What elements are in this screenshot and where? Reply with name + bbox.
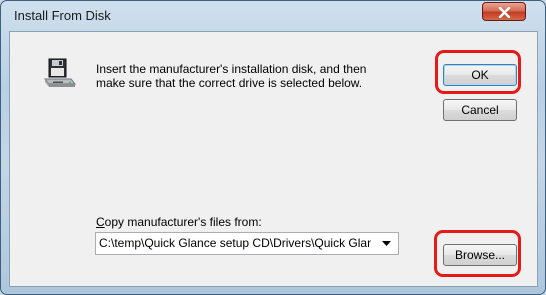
ok-button-highlight <box>435 50 521 94</box>
instructions-text: Insert the manufacturer's installation d… <box>96 62 406 90</box>
path-combobox[interactable]: C:\temp\Quick Glance setup CD\Drivers\Qu… <box>95 232 399 255</box>
close-icon <box>498 7 511 18</box>
instructions-line: Insert the manufacturer's installation d… <box>96 62 367 76</box>
copy-from-label: Copy manufacturer's files from: <box>96 215 262 229</box>
dialog-title: Install From Disk <box>14 8 111 23</box>
instructions-line: make sure that the correct drive is sele… <box>96 76 363 90</box>
dialog-client-area: Insert the manufacturer's installation d… <box>9 31 538 287</box>
dialog-window: Install From Disk Insert the manufacture… <box>0 0 546 295</box>
title-bar[interactable]: Install From Disk <box>1 1 546 31</box>
copy-from-label-accelerator: C <box>96 215 105 229</box>
path-value[interactable]: C:\temp\Quick Glance setup CD\Drivers\Qu… <box>99 236 371 250</box>
cancel-button[interactable]: Cancel <box>443 99 517 121</box>
copy-from-label-text: opy manufacturer's files from: <box>104 215 262 229</box>
floppy-drive-icon <box>43 58 77 87</box>
close-button[interactable] <box>482 2 526 21</box>
dropdown-arrow-icon[interactable] <box>382 241 391 247</box>
browse-button-highlight <box>434 230 521 277</box>
